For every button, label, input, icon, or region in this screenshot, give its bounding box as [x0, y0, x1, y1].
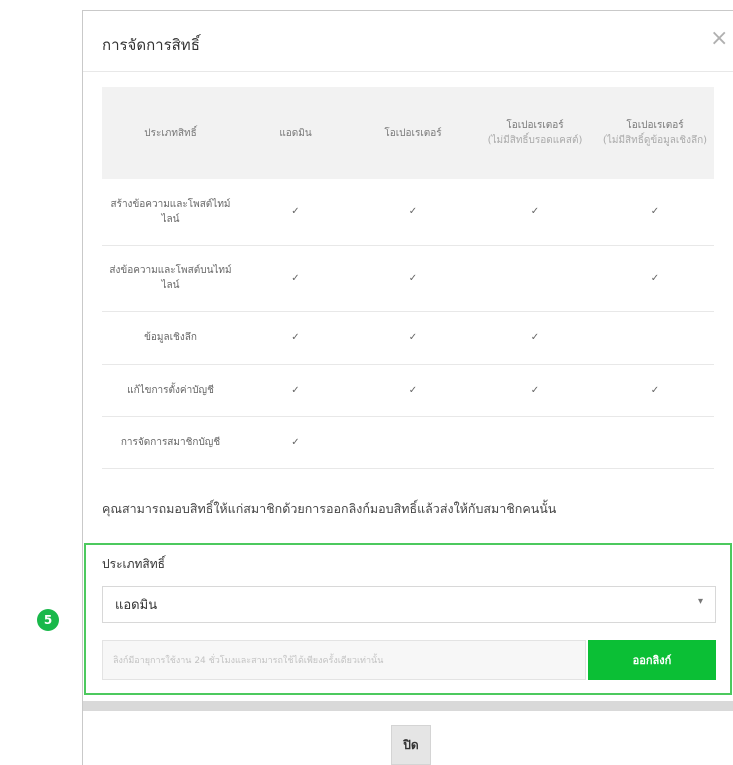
invite-link-field[interactable]: ลิงก์มีอายุการใช้งาน 24 ชั่วโมงและสามารถ… — [102, 640, 586, 680]
footer-divider — [83, 701, 733, 711]
row-label: สร้างข้อความและโพสต์ไทม์ไลน์ — [102, 179, 239, 246]
header-admin: แอดมิน — [239, 87, 352, 179]
header-subtitle: (ไม่มีสิทธิ์บรอดแคสต์) — [487, 135, 583, 146]
check-icon: ✓ — [474, 311, 596, 365]
role-panel: ประเภทสิทธิ์ แอดมิน ▾ ลิงก์มีอายุการใช้ง… — [84, 543, 732, 695]
table-row: การจัดการสมาชิกบัญชี ✓ — [102, 416, 714, 469]
close-button[interactable]: ปิด — [391, 725, 431, 765]
check-icon: ✓ — [474, 364, 596, 417]
check-icon — [474, 416, 596, 469]
role-select-value: แอดมิน — [115, 598, 158, 613]
check-icon: ✓ — [474, 179, 596, 246]
table-row: ข้อมูลเชิงลึก ✓ ✓ ✓ — [102, 311, 714, 365]
modal-title: การจัดการสิทธิ์ — [102, 36, 200, 54]
close-icon[interactable]: × — [710, 26, 728, 51]
table-row: ส่งข้อความและโพสต์บนไทม์ไลน์ ✓ ✓ ✓ — [102, 245, 714, 312]
header-operator-no-broadcast: โอเปอเรเตอร์ (ไม่มีสิทธิ์บรอดแคสต์) — [474, 87, 596, 179]
role-select[interactable]: แอดมิน ▾ — [102, 586, 716, 623]
row-label: ข้อมูลเชิงลึก — [102, 311, 239, 365]
row-label: แก้ไขการตั้งค่าบัญชี — [102, 364, 239, 417]
check-icon — [352, 416, 474, 469]
header-permission-type: ประเภทสิทธิ์ — [102, 87, 239, 179]
header-subtitle: (ไม่มีสิทธิ์ดูข้อมูลเชิงลึก) — [602, 135, 708, 146]
check-icon: ✓ — [352, 311, 474, 365]
role-label: ประเภทสิทธิ์ — [102, 557, 165, 571]
check-icon — [596, 311, 714, 365]
check-icon: ✓ — [352, 245, 474, 312]
table-row: แก้ไขการตั้งค่าบัญชี ✓ ✓ ✓ ✓ — [102, 364, 714, 417]
header-divider — [83, 71, 733, 72]
check-icon: ✓ — [239, 311, 352, 365]
check-icon: ✓ — [596, 364, 714, 417]
issue-link-button[interactable]: ออกลิงก์ — [588, 640, 716, 680]
check-icon: ✓ — [239, 416, 352, 469]
table-header-row: ประเภทสิทธิ์ แอดมิน โอเปอเรเตอร์ โอเปอเร… — [102, 87, 714, 179]
check-icon: ✓ — [239, 245, 352, 312]
row-label: ส่งข้อความและโพสต์บนไทม์ไลน์ — [102, 245, 239, 312]
invite-note: คุณสามารถมอบสิทธิ์ให้แก่สมาชิกด้วยการออก… — [102, 501, 557, 516]
check-icon: ✓ — [352, 179, 474, 246]
check-icon — [596, 416, 714, 469]
table-row: สร้างข้อความและโพสต์ไทม์ไลน์ ✓ ✓ ✓ ✓ — [102, 179, 714, 246]
check-icon — [474, 245, 596, 312]
check-icon: ✓ — [596, 245, 714, 312]
row-label: การจัดการสมาชิกบัญชี — [102, 416, 239, 469]
invite-row: ลิงก์มีอายุการใช้งาน 24 ชั่วโมงและสามารถ… — [102, 640, 716, 680]
header-operator-no-insight: โอเปอเรเตอร์ (ไม่มีสิทธิ์ดูข้อมูลเชิงลึก… — [596, 87, 714, 179]
check-icon: ✓ — [596, 179, 714, 246]
check-icon: ✓ — [352, 364, 474, 417]
header-operator: โอเปอเรเตอร์ — [352, 87, 474, 179]
chevron-down-icon: ▾ — [697, 596, 703, 607]
check-icon: ✓ — [239, 179, 352, 246]
permission-table: ประเภทสิทธิ์ แอดมิน โอเปอเรเตอร์ โอเปอเร… — [102, 87, 714, 469]
step-badge: 5 — [37, 609, 59, 631]
check-icon: ✓ — [239, 364, 352, 417]
